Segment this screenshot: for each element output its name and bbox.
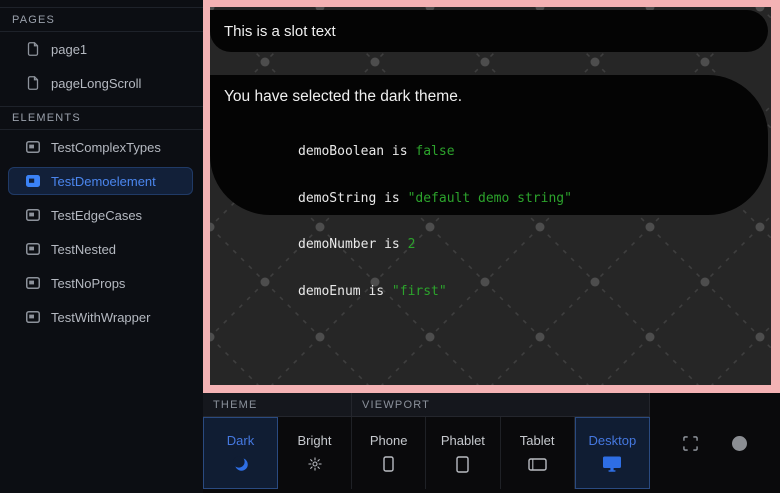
- sidebar-item-label: TestComplexTypes: [51, 140, 161, 155]
- viewport-desktop-button[interactable]: Desktop: [575, 417, 650, 489]
- component-icon: [25, 243, 40, 255]
- code-value: false: [415, 144, 454, 159]
- demo-heading: You have selected the dark theme.: [224, 88, 744, 106]
- theme-buttons: Dark Bright: [203, 417, 352, 493]
- viewport-buttons: Phone Phablet Tabl: [352, 417, 650, 493]
- preview-canvas: This is a slot text You have selected th…: [210, 7, 771, 385]
- viewport-tablet-label: Tablet: [520, 433, 555, 448]
- theme-bright-label: Bright: [298, 433, 332, 448]
- section-header-elements-label: ELEMENTS: [12, 112, 81, 124]
- sidebar-item-label: TestNested: [51, 242, 116, 257]
- slot-text-bubble: This is a slot text: [210, 10, 768, 52]
- code-line: demoNumber is 2: [298, 237, 744, 253]
- theme-bright-button[interactable]: Bright: [278, 417, 352, 489]
- code-label: demoString is: [298, 191, 408, 206]
- viewport-group-label: VIEWPORT: [362, 399, 430, 411]
- component-icon: [25, 209, 40, 221]
- sidebar-item-page1[interactable]: page1: [0, 32, 203, 66]
- code-label: demoNumber is: [298, 237, 408, 252]
- sidebar-item-label: TestDemoelement: [51, 174, 156, 189]
- viewport-desktop-label: Desktop: [589, 433, 637, 448]
- code-value: "first": [392, 284, 447, 299]
- code-line: demoEnum is "first": [298, 284, 744, 300]
- theme-group-header: THEME: [203, 393, 352, 417]
- elements-list: TestComplexTypes TestDemoelement TestEdg…: [0, 130, 203, 340]
- sidebar-item-testedgecases[interactable]: TestEdgeCases: [0, 198, 203, 232]
- component-icon: [25, 277, 40, 289]
- sidebar-top-strip: [0, 0, 203, 8]
- component-icon: [25, 141, 40, 153]
- slot-text: This is a slot text: [224, 23, 336, 40]
- section-header-pages: PAGES: [0, 8, 203, 32]
- code-label: demoEnum is: [298, 284, 392, 299]
- viewport-group-header: VIEWPORT: [352, 393, 650, 417]
- code-value: 2: [408, 237, 416, 252]
- page-icon: [25, 42, 40, 56]
- theme-group: THEME Dark Bright: [203, 393, 352, 493]
- tablet-icon: [528, 455, 547, 473]
- component-explorer-app: PAGES page1 pageLong: [0, 0, 780, 493]
- theme-group-label: THEME: [213, 399, 258, 411]
- viewport-group: VIEWPORT Phone Phablet: [352, 393, 650, 493]
- sidebar-item-testnested[interactable]: TestNested: [0, 232, 203, 266]
- sidebar-item-pagelongscroll[interactable]: pageLongScroll: [0, 66, 203, 100]
- bottom-toolbar: THEME Dark Bright: [203, 393, 780, 493]
- sidebar-item-label: TestNoProps: [51, 276, 125, 291]
- demo-code-block: demoBoolean is false demoString is "defa…: [298, 113, 744, 330]
- component-icon: [25, 311, 40, 323]
- phablet-icon: [456, 455, 469, 473]
- sidebar-item-testnoprops[interactable]: TestNoProps: [0, 266, 203, 300]
- sidebar-item-label: page1: [51, 42, 87, 57]
- component-icon: [25, 175, 40, 187]
- code-line: demoBoolean is false: [298, 144, 744, 160]
- viewport-phablet-label: Phablet: [441, 433, 485, 448]
- viewport-phone-button[interactable]: Phone: [352, 417, 426, 489]
- toolbar-utility-area: [650, 393, 780, 493]
- section-header-elements: ELEMENTS: [0, 106, 203, 130]
- sidebar: PAGES page1 pageLong: [0, 0, 203, 493]
- sidebar-item-testwithwrapper[interactable]: TestWithWrapper: [0, 300, 203, 334]
- code-label: demoBoolean is: [298, 144, 415, 159]
- sidebar-item-label: TestEdgeCases: [51, 208, 142, 223]
- theme-dark-button[interactable]: Dark: [203, 417, 278, 489]
- sun-icon: [306, 455, 324, 473]
- desktop-icon: [602, 455, 622, 473]
- phone-icon: [383, 455, 394, 473]
- viewport-phone-label: Phone: [370, 433, 408, 448]
- pages-list: page1 pageLongScroll: [0, 32, 203, 106]
- demo-element-bubble: You have selected the dark theme. demoBo…: [210, 75, 768, 215]
- sidebar-item-testcomplextypes[interactable]: TestComplexTypes: [0, 130, 203, 164]
- sidebar-item-label: TestWithWrapper: [51, 310, 150, 325]
- sidebar-item-testdemoelement[interactable]: TestDemoelement: [8, 167, 193, 195]
- fullscreen-icon[interactable]: [683, 436, 698, 451]
- page-icon: [25, 76, 40, 90]
- preview-frame: This is a slot text You have selected th…: [203, 0, 780, 393]
- theme-dark-label: Dark: [227, 433, 254, 448]
- viewport-tablet-button[interactable]: Tablet: [501, 417, 575, 489]
- code-line: demoString is "default demo string": [298, 191, 744, 207]
- status-dot[interactable]: [732, 436, 747, 451]
- code-value: "default demo string": [408, 191, 572, 206]
- viewport-phablet-button[interactable]: Phablet: [426, 417, 500, 489]
- sidebar-item-label: pageLongScroll: [51, 76, 141, 91]
- section-header-pages-label: PAGES: [12, 14, 55, 26]
- moon-icon: [232, 455, 250, 473]
